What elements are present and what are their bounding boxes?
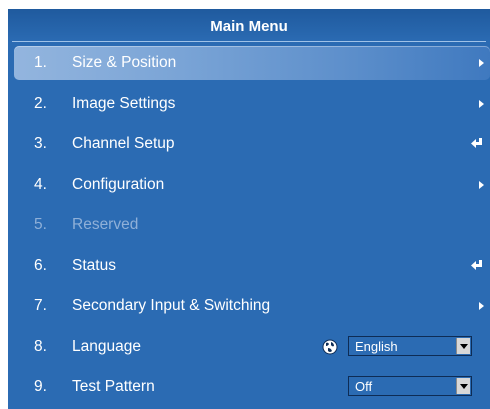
chevron-down-icon[interactable] <box>456 378 470 394</box>
main-menu-panel: Main Menu 1. Size & Position 2. Image Se… <box>8 9 490 409</box>
menu-item-label: Secondary Input & Switching <box>72 297 271 314</box>
menu-item-label: Language <box>72 338 141 355</box>
menu-item-number: 1. <box>34 54 47 71</box>
menu-item-number: 9. <box>34 378 47 395</box>
submenu-arrow-icon <box>479 100 484 108</box>
menu-item-number: 5. <box>34 216 47 233</box>
menu-item-image-settings[interactable]: 2. Image Settings <box>14 87 490 121</box>
menu-item-channel-setup[interactable]: 3. Channel Setup <box>14 127 490 161</box>
menu-item-configuration[interactable]: 4. Configuration <box>14 168 490 202</box>
menu-item-number: 6. <box>34 257 47 274</box>
submenu-arrow-icon <box>479 302 484 310</box>
menu-item-label: Test Pattern <box>72 378 155 395</box>
test-pattern-select[interactable]: Off <box>348 376 472 396</box>
menu-item-label: Size & Position <box>72 54 177 71</box>
language-select[interactable]: English <box>348 336 472 356</box>
submenu-arrow-icon <box>479 181 484 189</box>
globe-icon <box>322 339 338 355</box>
menu-title: Main Menu <box>8 9 490 42</box>
menu-item-number: 4. <box>34 176 47 193</box>
title-divider <box>12 41 486 42</box>
menu-item-reserved: 5. Reserved <box>14 208 490 242</box>
test-pattern-select-value: Off <box>355 379 373 394</box>
menu-item-language[interactable]: 8. Language English <box>14 330 490 364</box>
menu-item-number: 8. <box>34 338 47 355</box>
enter-icon <box>471 260 482 270</box>
menu-item-number: 7. <box>34 297 47 314</box>
enter-icon <box>471 138 482 148</box>
menu-item-test-pattern[interactable]: 9. Test Pattern Off <box>14 370 490 404</box>
menu-item-label: Channel Setup <box>72 135 175 152</box>
chevron-down-icon[interactable] <box>456 338 470 354</box>
menu-item-label: Configuration <box>72 176 165 193</box>
language-select-value: English <box>355 339 398 354</box>
menu-item-number: 2. <box>34 95 47 112</box>
menu-item-secondary-input-switching[interactable]: 7. Secondary Input & Switching <box>14 289 490 323</box>
menu-item-label: Status <box>72 257 116 274</box>
menu-item-label: Reserved <box>72 216 139 233</box>
submenu-arrow-icon <box>479 59 484 67</box>
menu-item-number: 3. <box>34 135 47 152</box>
menu-title-text: Main Menu <box>210 18 288 35</box>
menu-item-size-position[interactable]: 1. Size & Position <box>14 46 490 80</box>
menu-item-status[interactable]: 6. Status <box>14 249 490 283</box>
menu-item-label: Image Settings <box>72 95 176 112</box>
